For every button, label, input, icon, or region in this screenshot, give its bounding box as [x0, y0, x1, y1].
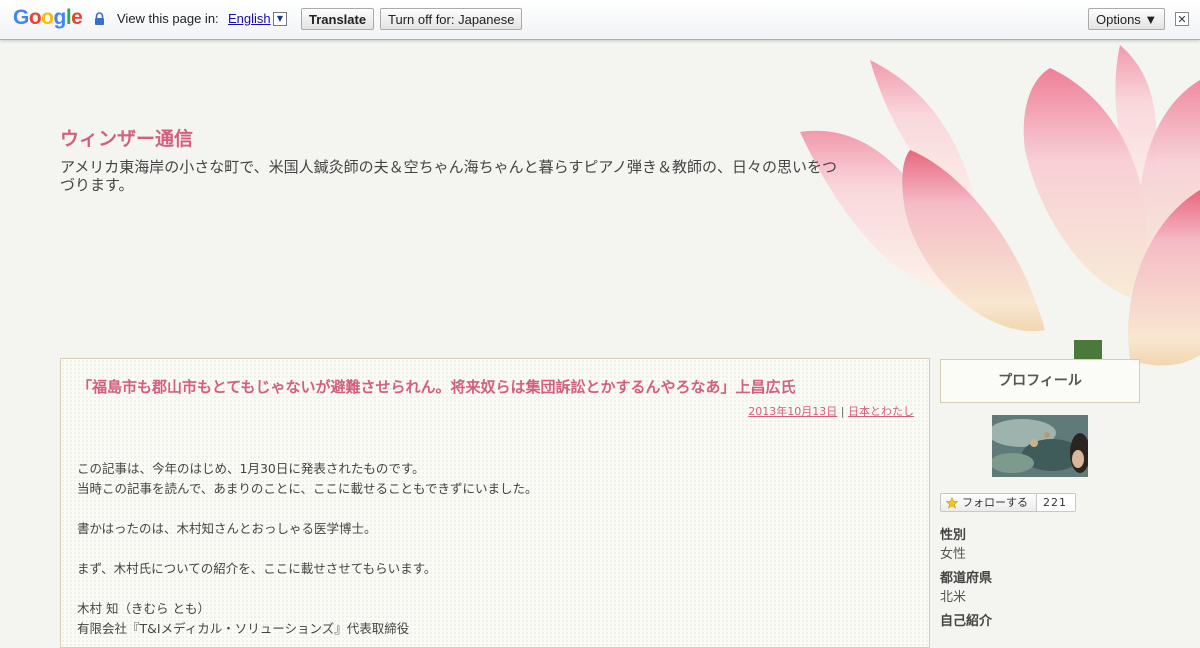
profile-label-gender: 性別	[940, 528, 967, 543]
translate-button[interactable]: Translate	[301, 8, 375, 30]
post-date-link[interactable]: 2013年10月13日	[748, 405, 837, 418]
post-paragraph: この記事は、今年のはじめ、1月30日に発表されたものです。	[77, 461, 425, 476]
language-select[interactable]: English	[228, 11, 271, 26]
profile-label-region: 都道府県	[940, 571, 993, 586]
avatar[interactable]	[992, 415, 1088, 477]
follow-button[interactable]: フォローする 221	[940, 493, 1076, 512]
profile-heading: プロフィール	[940, 359, 1140, 403]
profile-label-bio: 自己紹介	[940, 614, 993, 629]
post-meta: 2013年10月13日 | 日本とわたし	[748, 403, 914, 419]
options-button[interactable]: Options ▼	[1088, 8, 1166, 30]
profile-value-gender: 女性	[940, 547, 967, 562]
translate-bar: Google View this page in: English ▼ Tran…	[0, 0, 1200, 40]
post-paragraph: 木村 知（きむら とも）	[77, 601, 210, 616]
blog-description: アメリカ東海岸の小さな町で、米国人鍼灸師の夫＆空ちゃん海ちゃんと暮らすピアノ弾き…	[60, 158, 838, 194]
translate-prompt: View this page in:	[117, 11, 219, 26]
post-title[interactable]: 「福島市も郡山市もとてもじゃないが避難させられん。将来奴らは集団訴訟とかするんや…	[77, 376, 796, 397]
chevron-down-icon[interactable]: ▼	[273, 12, 287, 26]
profile-value-region: 北米	[940, 590, 967, 605]
google-logo: Google	[13, 6, 83, 29]
post-paragraph: 書かはったのは、木村知さんとおっしゃる医学博士。	[77, 521, 377, 536]
post-category-link[interactable]: 日本とわたし	[848, 405, 914, 418]
follow-label: フォローする	[962, 496, 1028, 509]
close-icon[interactable]: ✕	[1175, 12, 1189, 26]
meta-separator: |	[840, 405, 845, 418]
lock-icon	[95, 12, 104, 25]
lotus-header-image	[800, 45, 1200, 375]
post-paragraph: 有限会社『T&Iメディカル・ソリューションズ』代表取締役	[77, 621, 410, 636]
blog-post: 「福島市も郡山市もとてもじゃないが避難させられん。将来奴らは集団訴訟とかするんや…	[60, 358, 930, 648]
blog-title[interactable]: ウィンザー通信	[60, 124, 193, 151]
post-paragraph: まず、木村氏についての紹介を、ここに載せさせてもらいます。	[77, 561, 437, 576]
post-body: この記事は、今年のはじめ、1月30日に発表されたものです。 当時この記事を読んで…	[77, 459, 538, 639]
star-icon	[946, 496, 958, 509]
follow-count: 221	[1037, 494, 1075, 511]
post-paragraph: 当時この記事を読んで、あまりのことに、ここに載せることもできずにいました。	[77, 481, 538, 496]
turn-off-button[interactable]: Turn off for: Japanese	[380, 8, 523, 30]
